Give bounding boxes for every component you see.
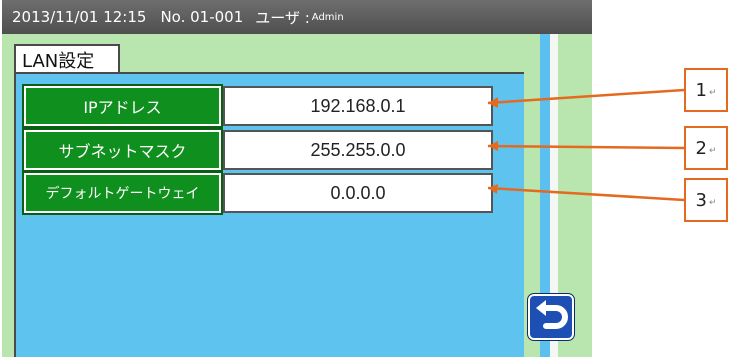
callout-arrowhead-1	[488, 97, 498, 108]
callout-arrowhead-3	[488, 184, 498, 194]
callout-2: 2 ↵	[684, 126, 728, 170]
callout-2-number: 2	[695, 137, 707, 159]
callout-3: 3 ↵	[684, 178, 728, 222]
callout-line-3	[487, 186, 685, 202]
callout-1: 1 ↵	[684, 68, 728, 112]
callout-line-2	[487, 144, 685, 150]
callout-line-1	[487, 88, 685, 105]
callout-1-number: 1	[695, 79, 707, 101]
callout-lines	[487, 88, 685, 202]
callout-3-number: 3	[695, 189, 707, 211]
callout-arrowhead-2	[488, 141, 498, 151]
